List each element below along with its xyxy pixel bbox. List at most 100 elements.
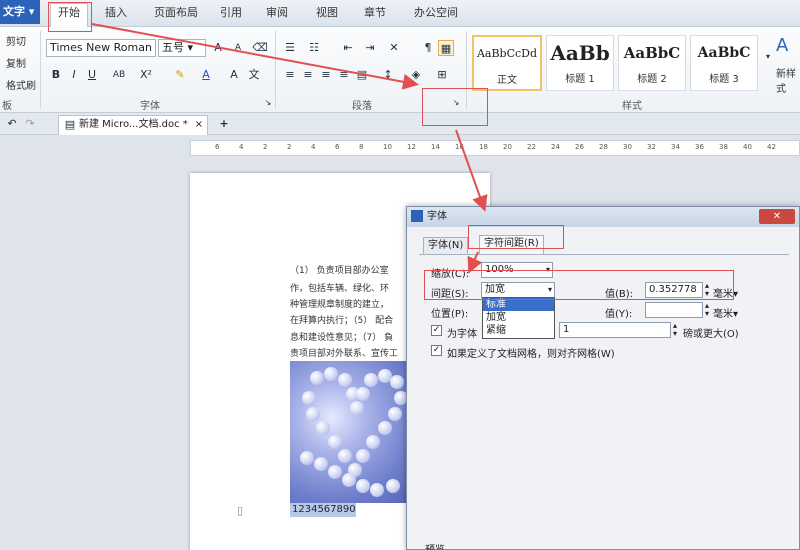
bold-icon[interactable]: B xyxy=(48,67,64,83)
new-style-icon[interactable]: A xyxy=(776,35,788,56)
char-shading-icon[interactable]: A xyxy=(226,67,242,83)
align-center-icon[interactable]: ≡ xyxy=(300,67,316,83)
pearl xyxy=(386,479,400,493)
snap-grid-checkbox[interactable]: ✓ xyxy=(431,345,442,356)
cut-button[interactable]: 剪切 xyxy=(6,33,26,48)
option-condensed[interactable]: 紧缩 xyxy=(483,324,554,337)
option-expanded[interactable]: 加宽 xyxy=(483,311,554,324)
close-tab-icon[interactable]: × xyxy=(195,116,203,134)
app-menu-button[interactable]: 文字 ▾ xyxy=(0,0,40,24)
doc-text-line: 在拜算内执行；（5） 配合 xyxy=(290,316,394,326)
ruler-tick-label: 4 xyxy=(239,143,244,151)
redo-icon[interactable]: ↷ xyxy=(22,116,38,132)
kerning-value-input[interactable]: 1 xyxy=(559,322,671,338)
document-tab-bar: ↶ ↷ ▤ 新建 Micro...文档.doc * × + xyxy=(0,113,800,135)
spin-icon[interactable]: ▴ ▾ xyxy=(705,302,709,318)
pearl-heart-image[interactable] xyxy=(290,361,410,503)
doc-text-line: 作，包括车辆、绿化、环 xyxy=(290,284,390,294)
align-left-icon[interactable]: ≡ xyxy=(282,67,298,83)
kerning-label: 为字体 xyxy=(447,329,477,340)
annotation-box xyxy=(468,225,564,249)
kerning-checkbox[interactable]: ✓ xyxy=(431,325,442,336)
pearl xyxy=(302,391,316,405)
dialog-title-bar[interactable]: 字体 xyxy=(407,207,799,227)
spacing-dropdown-list[interactable]: 标准 加宽 紧缩 xyxy=(482,297,555,339)
paragraph-handle-icon[interactable]: ▯ xyxy=(232,503,248,519)
horizontal-ruler[interactable]: 6 4 2 2 4 6 8 10 12 14 16 18 20 22 24 26 28 30 32 34 36 38 40 4… xyxy=(190,140,800,156)
clear-format-icon[interactable]: ⌫ xyxy=(252,40,268,56)
tab-page-layout[interactable]: 页面布局 xyxy=(148,4,204,22)
tab-references[interactable]: 引用 xyxy=(216,4,246,22)
bullets-icon[interactable]: ☰ xyxy=(282,40,298,56)
superscript-icon[interactable]: X² xyxy=(138,67,154,83)
increase-indent-icon[interactable]: ⇥ xyxy=(362,40,378,56)
pearl xyxy=(356,387,370,401)
styles-scroll-icon[interactable]: ▾ xyxy=(760,49,776,65)
pearl xyxy=(324,367,338,381)
tab-font[interactable]: 字体(N) xyxy=(423,237,469,254)
ruler-tick-label: 38 xyxy=(719,143,728,151)
highlight-icon[interactable]: ✎ xyxy=(172,67,188,83)
spin-icon[interactable]: ▴ ▾ xyxy=(673,322,677,338)
tab-chapter[interactable]: 章节 xyxy=(360,4,390,22)
ruler-tick-label: 20 xyxy=(503,143,512,151)
distribute-icon[interactable]: ▤ xyxy=(354,67,370,83)
font-size-combo[interactable]: 五号 ▾ xyxy=(158,39,206,57)
show-marks-icon[interactable]: ¶ xyxy=(420,40,436,56)
tab-office-space[interactable]: 办公空间 xyxy=(408,4,464,22)
snap-grid-label: 如果定义了文档网格，则对齐网格(W) xyxy=(447,349,615,360)
tab-review[interactable]: 审阅 xyxy=(262,4,292,22)
shading-icon[interactable]: ◈ xyxy=(408,67,424,83)
position-unit[interactable]: 毫米▾ xyxy=(713,305,738,320)
decrease-indent-icon[interactable]: ⇤ xyxy=(340,40,356,56)
pearl xyxy=(328,435,342,449)
style-heading-1[interactable]: AaBb 标题 1 xyxy=(546,35,614,91)
numbering-icon[interactable]: ☷ xyxy=(306,40,322,56)
copy-button[interactable]: 复制 xyxy=(6,55,26,70)
phonetic-icon[interactable]: 文 xyxy=(246,67,262,83)
pearl xyxy=(388,407,402,421)
ruler-tick-label: 40 xyxy=(743,143,752,151)
ruler-tick-label: 12 xyxy=(407,143,416,151)
grow-font-icon[interactable]: A xyxy=(210,40,226,56)
position-value-label: 值(Y): xyxy=(605,309,633,320)
paragraph-marks-icon[interactable]: ▦ xyxy=(438,40,454,56)
pearl xyxy=(390,375,404,389)
line-spacing-icon[interactable]: ↕ xyxy=(380,67,396,83)
style-normal[interactable]: AaBbCcDd 正文 xyxy=(472,35,542,91)
tab-insert[interactable]: 插入 xyxy=(100,4,132,22)
annotation-box xyxy=(48,2,92,32)
position-value-input[interactable] xyxy=(645,302,703,318)
chinese-layout-icon[interactable]: ✕ xyxy=(386,40,402,56)
font-dialog-launcher-icon[interactable]: ↘ xyxy=(260,95,276,111)
format-painter-button[interactable]: 格式刷 xyxy=(6,77,36,92)
document-tab[interactable]: ▤ 新建 Micro...文档.doc * × xyxy=(58,115,208,135)
ruler-tick-label: 24 xyxy=(551,143,560,151)
kerning-suffix: 磅或更大(O) xyxy=(683,329,739,340)
close-button[interactable]: ✕ xyxy=(759,209,795,224)
selected-text[interactable]: 1234567890 xyxy=(290,503,356,517)
ruler-tick-label: 36 xyxy=(695,143,704,151)
undo-icon[interactable]: ↶ xyxy=(4,116,20,132)
divider xyxy=(275,31,276,109)
shrink-font-icon[interactable]: A xyxy=(230,40,246,56)
strikethrough-icon[interactable]: AB xyxy=(108,67,130,83)
justify-icon[interactable]: ≡ xyxy=(336,67,352,83)
underline-icon[interactable]: U xyxy=(84,67,100,83)
style-heading-3[interactable]: AaBbC 标题 3 xyxy=(690,35,758,91)
new-style-label[interactable]: 新样式 xyxy=(776,65,800,95)
style-heading-2[interactable]: AaBbC 标题 2 xyxy=(618,35,686,91)
word-doc-icon: ▤ xyxy=(64,118,76,131)
tab-view[interactable]: 视图 xyxy=(312,4,342,22)
italic-icon[interactable]: I xyxy=(66,67,82,83)
new-tab-icon[interactable]: + xyxy=(216,116,232,132)
menu-bar: 文字 ▾ 开始 插入 页面布局 引用 审阅 视图 章节 办公空间 xyxy=(0,0,800,27)
pearl xyxy=(356,449,370,463)
pearl xyxy=(314,457,328,471)
font-color-icon[interactable]: A xyxy=(198,67,214,83)
align-right-icon[interactable]: ≡ xyxy=(318,67,334,83)
font-name-combo[interactable]: Times New Roman xyxy=(46,39,156,57)
preview-label: 预览 xyxy=(425,541,445,550)
pearl xyxy=(342,473,356,487)
borders-icon[interactable]: ⊞ xyxy=(434,67,450,83)
